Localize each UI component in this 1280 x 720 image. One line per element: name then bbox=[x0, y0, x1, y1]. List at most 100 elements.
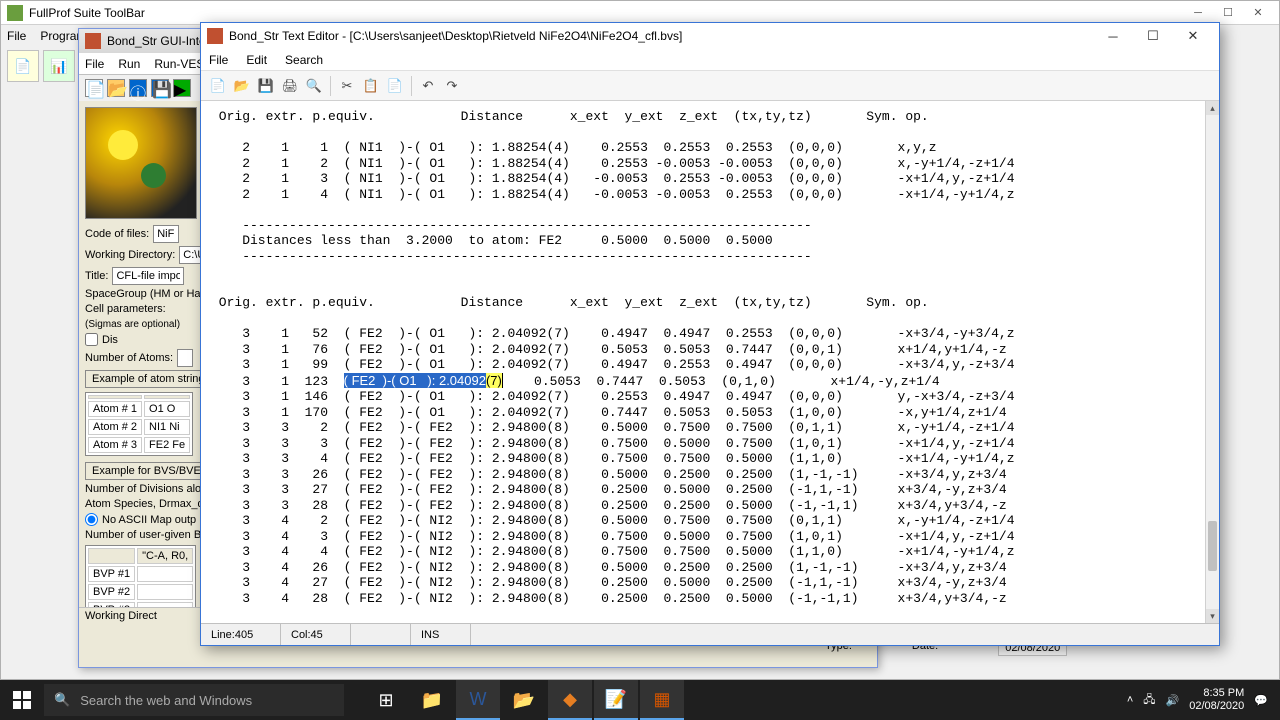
editor-menu-search[interactable]: Search bbox=[285, 53, 323, 67]
windows-icon bbox=[13, 691, 31, 709]
notification-icon[interactable]: 💬 bbox=[1254, 694, 1268, 707]
taskbar-search[interactable]: 🔍 Search the web and Windows bbox=[44, 684, 344, 716]
editor-scrollbar[interactable]: ▴ ▾ bbox=[1205, 101, 1219, 623]
save-icon[interactable]: 💾 bbox=[255, 75, 277, 97]
gui-icon bbox=[85, 33, 101, 49]
status-line: Line:405 bbox=[201, 624, 281, 645]
word-icon[interactable]: W bbox=[456, 680, 500, 720]
taskview-icon[interactable]: ⊞ bbox=[364, 680, 408, 720]
start-button[interactable] bbox=[0, 680, 44, 720]
search-icon: 🔍 bbox=[54, 692, 70, 708]
cut-icon[interactable]: ✂ bbox=[336, 75, 358, 97]
cell-label: Cell parameters: bbox=[85, 303, 166, 315]
title-input[interactable] bbox=[112, 267, 184, 285]
editor-close[interactable]: ✕ bbox=[1173, 24, 1213, 48]
natoms-label: Number of Atoms: bbox=[85, 352, 173, 364]
print-icon[interactable]: 🖨 bbox=[279, 75, 301, 97]
find-icon[interactable]: 🔍 bbox=[303, 75, 325, 97]
close-button[interactable]: ✕ bbox=[1243, 3, 1273, 23]
atom-table: Atom # 1O1 O Atom # 2NI1 Ni Atom # 3FE2 … bbox=[85, 392, 193, 456]
network-icon[interactable]: 🖧 bbox=[1143, 691, 1155, 710]
sg-label: SpaceGroup (HM or Hall bbox=[85, 288, 205, 300]
wd-label: Working Directory: bbox=[85, 249, 175, 261]
editor-minimize[interactable]: ─ bbox=[1093, 24, 1133, 48]
editor-toolbar: 📄 📂 💾 🖨 🔍 ✂ 📋 📄 ↶ ↷ bbox=[201, 71, 1219, 101]
example-atom-button[interactable]: Example of atom string: bbox=[85, 370, 215, 388]
ndiv-label: Number of Divisions along bbox=[85, 483, 213, 495]
natoms-input[interactable] bbox=[177, 349, 193, 367]
cell-sub: (Sigmas are optional) bbox=[85, 319, 180, 330]
maximize-button[interactable]: ☐ bbox=[1213, 3, 1243, 23]
folder-icon[interactable]: 📂 bbox=[502, 680, 546, 720]
gui-tb-new[interactable]: 📄 bbox=[85, 79, 103, 97]
editor-menu-edit[interactable]: Edit bbox=[246, 53, 267, 67]
nuser-label: Number of user-given Bon bbox=[85, 529, 213, 541]
scroll-down-icon[interactable]: ▾ bbox=[1206, 609, 1219, 623]
editor-menu-file[interactable]: File bbox=[209, 53, 228, 67]
app-icon-2[interactable]: 📝 bbox=[594, 680, 638, 720]
fullprof-title: FullProf Suite ToolBar bbox=[29, 6, 145, 20]
structure-preview[interactable] bbox=[85, 107, 197, 219]
status-ins: INS bbox=[411, 624, 471, 645]
atom1-label: Atom # 1 bbox=[88, 401, 142, 417]
gui-tb-run[interactable]: ▶ bbox=[173, 79, 191, 97]
editor-icon bbox=[207, 28, 223, 44]
dis-label: Dis bbox=[102, 334, 118, 346]
tool-1[interactable]: 📄 bbox=[7, 50, 39, 82]
clock-time: 8:35 PM bbox=[1189, 687, 1244, 700]
paste-icon[interactable]: 📄 bbox=[384, 75, 406, 97]
gui-tb-info[interactable]: ⓘ bbox=[129, 79, 147, 97]
editor-maximize[interactable]: ☐ bbox=[1133, 24, 1173, 48]
search-placeholder: Search the web and Windows bbox=[80, 693, 252, 708]
atom3-val[interactable]: FE2 Fe bbox=[144, 437, 190, 453]
copy-icon[interactable]: 📋 bbox=[360, 75, 382, 97]
bvs-example-button[interactable]: Example for BVS/BVEL bbox=[85, 462, 214, 480]
atom2-label: Atom # 2 bbox=[88, 419, 142, 435]
atom1-val[interactable]: O1 O bbox=[144, 401, 190, 417]
tool-2[interactable]: 📊 bbox=[43, 50, 75, 82]
code-input[interactable] bbox=[153, 225, 179, 243]
tray-up-icon[interactable]: ˄ bbox=[1127, 694, 1133, 706]
app-icon-1[interactable]: ◆ bbox=[548, 680, 592, 720]
caro-label: "C-A, R0, bbox=[137, 548, 193, 564]
title-label: Title: bbox=[85, 270, 108, 282]
atom3-label: Atom # 3 bbox=[88, 437, 142, 453]
bvp1-label: BVP #1 bbox=[88, 566, 135, 582]
editor-title: Bond_Str Text Editor - [C:\Users\sanjeet… bbox=[229, 29, 682, 43]
taskbar: 🔍 Search the web and Windows ⊞ 📁 W 📂 ◆ 📝… bbox=[0, 680, 1280, 720]
atom2-val[interactable]: NI1 Ni bbox=[144, 419, 190, 435]
editor-titlebar[interactable]: Bond_Str Text Editor - [C:\Users\sanjeet… bbox=[201, 23, 1219, 49]
new-icon[interactable]: 📄 bbox=[207, 75, 229, 97]
gui-status-wd: Working Direct bbox=[85, 610, 157, 622]
gui-menu-file[interactable]: File bbox=[85, 57, 104, 71]
redo-icon[interactable]: ↷ bbox=[441, 75, 463, 97]
scroll-up-icon[interactable]: ▴ bbox=[1206, 101, 1219, 115]
editor-text-area[interactable]: Orig. extr. p.equiv. Distance x_ext y_ex… bbox=[201, 101, 1205, 623]
dis-checkbox[interactable] bbox=[85, 333, 98, 346]
menu-file[interactable]: File bbox=[7, 29, 26, 43]
gui-tb-open[interactable]: 📂 bbox=[107, 79, 125, 97]
system-tray[interactable]: ˄ 🖧 🔊 8:35 PM 02/08/2020 💬 bbox=[1115, 687, 1280, 713]
editor-statusbar: Line:405 Col:45 INS bbox=[201, 623, 1219, 645]
gui-tb-save[interactable]: 💾 bbox=[151, 79, 169, 97]
editor-menubar: File Edit Search bbox=[201, 49, 1219, 71]
volume-icon[interactable]: 🔊 bbox=[1166, 694, 1180, 707]
status-col: Col:45 bbox=[281, 624, 351, 645]
gui-menu-run[interactable]: Run bbox=[118, 57, 140, 71]
clock-date: 02/08/2020 bbox=[1189, 700, 1244, 713]
nomap-label: No ASCII Map outp bbox=[102, 514, 196, 526]
taskbar-clock[interactable]: 8:35 PM 02/08/2020 bbox=[1189, 687, 1244, 713]
atomsp-label: Atom Species, Drmax_del bbox=[85, 498, 212, 510]
app-icon-3[interactable]: ▦ bbox=[640, 680, 684, 720]
nomap-radio[interactable] bbox=[85, 513, 98, 526]
fullprof-icon bbox=[7, 5, 23, 21]
undo-icon[interactable]: ↶ bbox=[417, 75, 439, 97]
code-label: Code of files: bbox=[85, 228, 149, 240]
editor-window: Bond_Str Text Editor - [C:\Users\sanjeet… bbox=[200, 22, 1220, 646]
scroll-thumb[interactable] bbox=[1208, 521, 1217, 571]
bvp2-label: BVP #2 bbox=[88, 584, 135, 600]
open-icon[interactable]: 📂 bbox=[231, 75, 253, 97]
minimize-button[interactable]: ─ bbox=[1183, 3, 1213, 23]
explorer-icon[interactable]: 📁 bbox=[410, 680, 454, 720]
gui-title: Bond_Str GUI-Interf bbox=[107, 34, 213, 48]
